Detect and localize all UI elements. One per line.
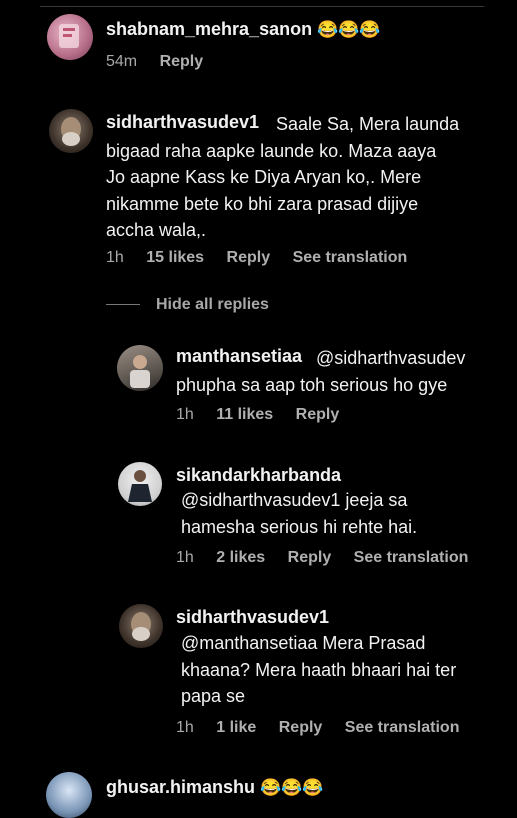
avatar-image-icon	[59, 24, 79, 48]
reply-username[interactable]: sikandarkharbanda	[176, 465, 341, 486]
reply-button[interactable]: Reply	[288, 549, 332, 566]
comment-time: 54m	[106, 53, 138, 70]
comment-username[interactable]: ghusar.himanshu 😂😂😂	[106, 777, 324, 798]
reply-button[interactable]: Reply	[160, 53, 204, 70]
avatar-image-icon	[131, 612, 151, 641]
top-divider	[40, 6, 484, 7]
reply-meta: 1h 2 likes Reply See translation	[176, 549, 486, 567]
avatar[interactable]	[117, 345, 163, 391]
reply-time: 1h	[176, 719, 194, 736]
avatar[interactable]	[47, 14, 93, 60]
reply-text: @sidharthvasudev phupha sa aap toh serio…	[176, 348, 466, 395]
reply-button[interactable]: Reply	[296, 406, 340, 423]
comment-meta: 54m Reply	[106, 53, 221, 71]
likes-count[interactable]: 1 like	[216, 719, 256, 736]
hide-replies-label: Hide all replies	[156, 296, 269, 313]
see-translation-button[interactable]: See translation	[354, 549, 469, 566]
comment-username[interactable]: shabnam_mehra_sanon 😂😂😂	[106, 19, 381, 40]
reply-button[interactable]: Reply	[227, 249, 271, 266]
avatar-image-icon	[61, 117, 81, 146]
reply-time: 1h	[176, 406, 194, 423]
avatar-image-icon	[130, 355, 150, 388]
likes-count[interactable]: 15 likes	[146, 249, 204, 266]
reply-text: @manthansetiaa Mera Prasad khaana? Mera …	[181, 633, 457, 706]
hide-replies-button[interactable]: Hide all replies	[106, 296, 269, 314]
see-translation-button[interactable]: See translation	[293, 249, 408, 266]
reply-username[interactable]: sidharthvasudev1	[176, 607, 329, 628]
comment-meta: 1h 15 likes Reply See translation	[106, 249, 425, 267]
likes-count[interactable]: 2 likes	[216, 549, 265, 566]
avatar[interactable]	[49, 109, 93, 153]
reply-meta: 1h 11 likes Reply	[176, 406, 357, 424]
avatar[interactable]	[118, 462, 162, 506]
comment-text: Saale Sa, Mera launda bigaad raha aapke …	[106, 114, 460, 240]
avatar[interactable]	[46, 772, 92, 818]
reply-button[interactable]: Reply	[279, 719, 323, 736]
reply-time: 1h	[176, 549, 194, 566]
likes-count[interactable]: 11 likes	[216, 406, 273, 423]
reply-meta: 1h 1 like Reply See translation	[176, 719, 477, 737]
divider	[106, 304, 140, 306]
see-translation-button[interactable]: See translation	[345, 719, 460, 736]
avatar-image-icon	[128, 470, 152, 502]
comment-time: 1h	[106, 249, 124, 266]
laughing-emoji: 😂😂😂	[260, 778, 324, 797]
avatar[interactable]	[119, 604, 163, 648]
laughing-emoji: 😂😂😂	[317, 20, 381, 39]
reply-text: @sidharthvasudev1 jeeja sa hamesha serio…	[181, 490, 418, 537]
